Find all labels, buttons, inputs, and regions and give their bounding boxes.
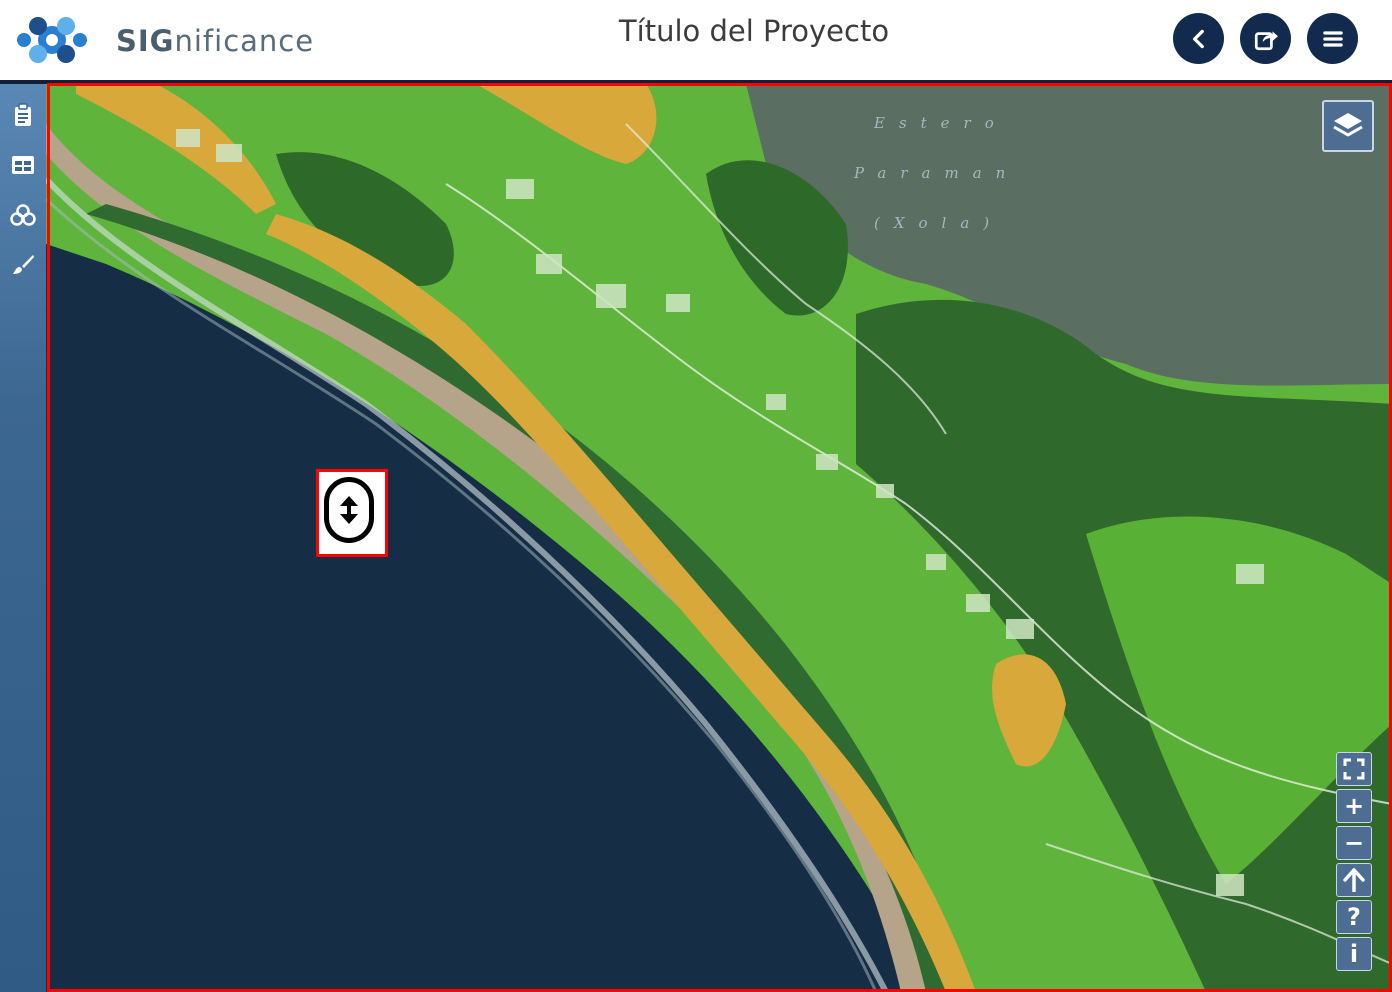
info-button[interactable]: i — [1336, 937, 1372, 971]
fullscreen-button[interactable] — [1336, 752, 1372, 786]
back-button[interactable] — [1173, 13, 1224, 64]
resize-cursor-highlight — [316, 469, 388, 557]
hamburger-icon — [1322, 30, 1343, 47]
satellite-map — [46, 84, 1392, 992]
share-button[interactable] — [1240, 13, 1291, 64]
map-viewport[interactable]: Estero Paraman (Xola) + − ? i — [46, 84, 1392, 992]
brush-icon — [13, 255, 34, 274]
help-button[interactable]: ? — [1336, 900, 1372, 934]
chevron-left-icon — [1192, 29, 1204, 48]
layers-toggle-button[interactable] — [1322, 100, 1374, 152]
sidebar-item-layers[interactable] — [8, 200, 38, 230]
layers-icon — [1333, 113, 1363, 137]
sidebar-item-table[interactable] — [8, 150, 38, 180]
left-toolbar — [0, 84, 46, 992]
map-label-xola: (Xola) — [874, 214, 1004, 232]
menu-button[interactable] — [1307, 13, 1358, 64]
reset-north-button[interactable] — [1336, 863, 1372, 897]
vertical-resize-cursor-icon — [324, 477, 374, 543]
app-header: SIGnificance Título del Proyecto — [0, 0, 1392, 80]
map-controls: + − ? i — [1336, 752, 1372, 974]
map-label-paraman: Paraman — [854, 164, 1020, 182]
north-arrow-icon — [1343, 868, 1365, 892]
table-icon — [12, 156, 34, 174]
clipboard-icon — [15, 103, 31, 126]
sidebar-item-clipboard[interactable] — [8, 100, 38, 130]
map-label-estero: Estero — [874, 114, 1008, 132]
share-icon — [1254, 30, 1278, 50]
zoom-out-button[interactable]: − — [1336, 826, 1372, 860]
sidebar-item-brush[interactable] — [8, 250, 38, 280]
zoom-in-button[interactable]: + — [1336, 789, 1372, 823]
fullscreen-icon — [1343, 758, 1365, 780]
layers-circles-icon — [10, 204, 36, 226]
